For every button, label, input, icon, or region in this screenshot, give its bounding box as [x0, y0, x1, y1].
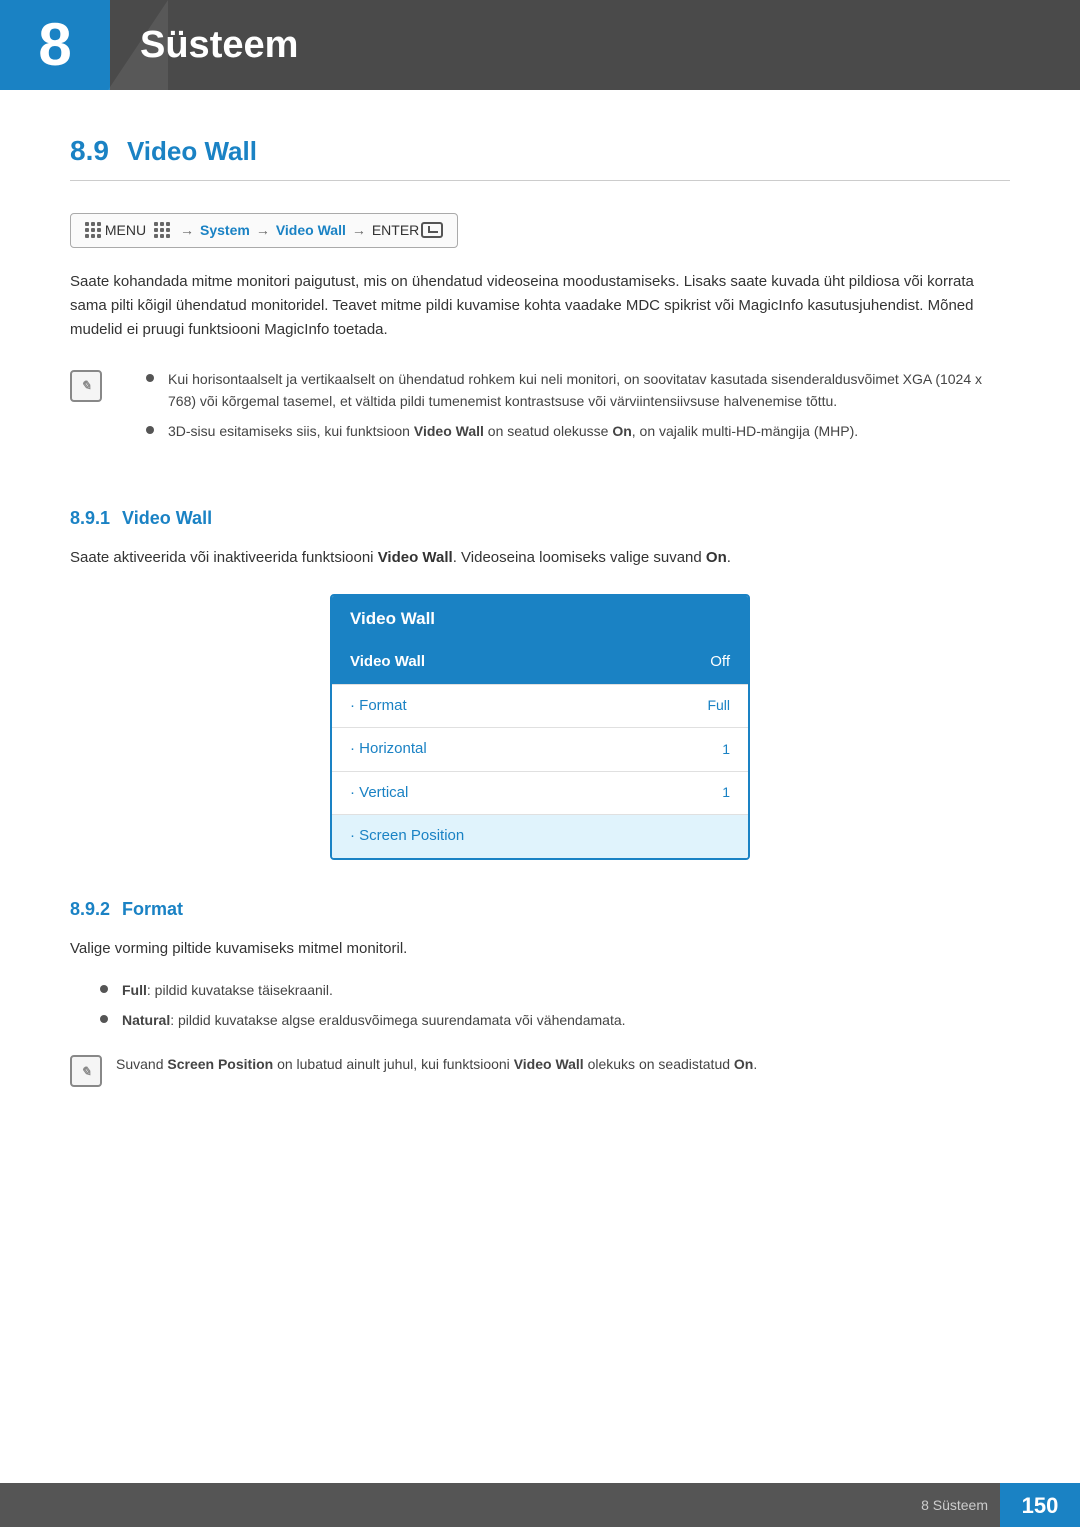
sub-title-891: Video Wall: [122, 505, 212, 532]
menu-videowall: Video Wall: [276, 220, 346, 241]
note-text-2: 3D-sisu esitamiseks siis, kui funktsioon…: [168, 420, 858, 442]
arrow2: →: [256, 220, 270, 241]
panel-row-horizontal[interactable]: · Horizontal 1: [332, 728, 748, 772]
section-number: 8.9: [70, 130, 109, 172]
panel-row-videowall-value: Off: [710, 651, 730, 674]
panel-header: Video Wall: [332, 596, 748, 642]
page-header: 8 Süsteem: [0, 0, 1080, 90]
video-wall-panel: Video Wall Video Wall Off · Format Full …: [330, 594, 750, 860]
bullet-dot-natural: [100, 1015, 108, 1023]
note-text-1: Kui horisontaalselt ja vertikaalselt on …: [168, 368, 1010, 413]
menu-path-box: MENU → System → Video Wall → ENTER: [70, 213, 458, 248]
note-icon-1: ✎: [70, 370, 102, 402]
menu-label: MENU: [105, 220, 146, 241]
footer-section-label: 8 Süsteem: [921, 1495, 988, 1516]
sub892-body: Valige vorming piltide kuvamiseks mitmel…: [70, 937, 1010, 961]
sub-section-891: 8.9.1 Video Wall Saate aktiveerida või i…: [70, 505, 1010, 860]
sub-number-891: 8.9.1: [70, 505, 110, 532]
enter-icon: [421, 222, 443, 238]
menu-icon: [85, 222, 101, 238]
bullet-dot-1: [146, 374, 154, 382]
note-bullet-1: Kui horisontaalselt ja vertikaalselt on …: [116, 368, 1010, 413]
arrow3: →: [352, 220, 366, 241]
main-content: 8.9 Video Wall MENU → System → Video Wal…: [0, 90, 1080, 1189]
bullet-dot-2: [146, 426, 154, 434]
arrow1: →: [180, 220, 194, 241]
panel-row-horizontal-value: 1: [722, 739, 730, 760]
sub-section-892: 8.9.2 Format Valige vorming piltide kuva…: [70, 896, 1010, 1096]
panel-row-screenposition[interactable]: · Screen Position: [332, 815, 748, 858]
note-bullets: Kui horisontaalselt ja vertikaalselt on …: [116, 368, 1010, 451]
chapter-number: 8: [0, 0, 110, 90]
bullet-full-text: Full: pildid kuvatakse täisekraanil.: [122, 979, 333, 1001]
panel-row-format-label: · Format: [350, 695, 407, 718]
sub892-note: ✎ Suvand Screen Position on lubatud ainu…: [70, 1045, 1010, 1095]
sub-title-892: Format: [122, 896, 183, 923]
sub-number-892: 8.9.2: [70, 896, 110, 923]
panel-row-videowall-label: Video Wall: [350, 651, 425, 674]
panel-row-vertical-label: · Vertical: [350, 782, 408, 805]
note-content-892: Suvand Screen Position on lubatud ainult…: [116, 1053, 757, 1075]
section-heading-89: 8.9 Video Wall: [70, 130, 1010, 181]
note-bullet-2: 3D-sisu esitamiseks siis, kui funktsioon…: [116, 420, 1010, 442]
note-1: ✎ Kui horisontaalselt ja vertikaalselt o…: [70, 360, 1010, 469]
sub891-body: Saate aktiveerida või inaktiveerida funk…: [70, 546, 1010, 570]
panel-row-vertical[interactable]: · Vertical 1: [332, 772, 748, 816]
sub-heading-891: 8.9.1 Video Wall: [70, 505, 1010, 532]
menu-grid-icon: [154, 222, 170, 238]
menu-enter: ENTER: [372, 220, 419, 241]
footer-page-number: 150: [1000, 1483, 1080, 1527]
panel-row-horizontal-label: · Horizontal: [350, 738, 427, 761]
panel-row-vertical-value: 1: [722, 782, 730, 803]
bullet-dot-full: [100, 985, 108, 993]
intro-text: Saate kohandada mitme monitori paigutust…: [70, 270, 1010, 342]
sub892-bullets: Full: pildid kuvatakse täisekraanil. Nat…: [70, 979, 1010, 1032]
menu-system: System: [200, 220, 250, 241]
panel-row-screenposition-label: · Screen Position: [350, 825, 464, 848]
section-title: Video Wall: [127, 132, 257, 171]
note-icon-892: ✎: [70, 1055, 102, 1087]
bullet-natural: Natural: pildid kuvatakse algse eraldusv…: [70, 1009, 1010, 1031]
bullet-natural-text: Natural: pildid kuvatakse algse eraldusv…: [122, 1009, 626, 1031]
bullet-full: Full: pildid kuvatakse täisekraanil.: [70, 979, 1010, 1001]
footer-bar: 8 Süsteem 150: [0, 1483, 1080, 1527]
panel-row-videowall[interactable]: Video Wall Off: [332, 641, 748, 685]
sub-heading-892: 8.9.2 Format: [70, 896, 1010, 923]
panel-row-format-value: Full: [707, 695, 730, 716]
panel-row-format[interactable]: · Format Full: [332, 685, 748, 729]
